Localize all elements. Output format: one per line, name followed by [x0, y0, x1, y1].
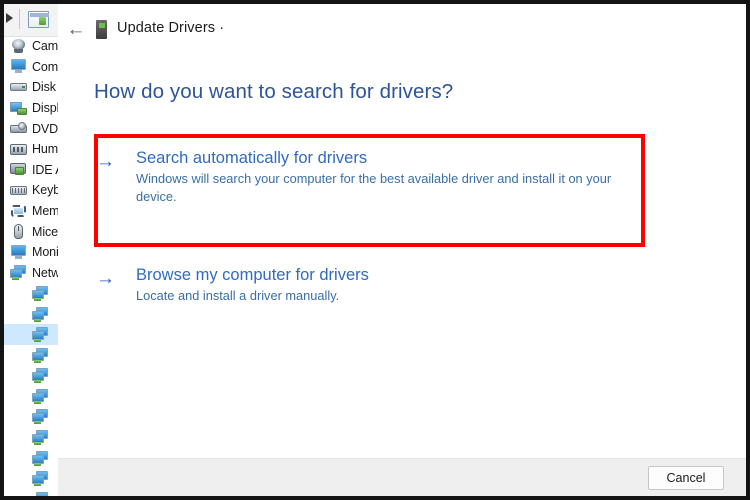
mouse-icon [10, 224, 27, 240]
network-adapter-icon [32, 430, 49, 446]
properties-icon[interactable] [28, 11, 49, 28]
network-adapter-icon [32, 388, 49, 404]
toolbar-separator [19, 9, 20, 29]
network-adapter-icon [32, 285, 49, 301]
chevron-right-icon[interactable] [6, 13, 13, 23]
option-description: Locate and install a driver manually. [136, 287, 340, 303]
network-adapter-icon [32, 347, 49, 363]
network-adapter-icon [10, 265, 27, 281]
dvd-drive-icon [10, 121, 27, 136]
device-icon [96, 20, 107, 39]
page-title: How do you want to search for drivers? [94, 80, 454, 103]
network-adapter-icon [32, 471, 49, 487]
option-description: Windows will search your computer for th… [136, 170, 612, 205]
disk-drive-icon [10, 80, 27, 95]
keyboard-icon [10, 183, 27, 198]
network-adapter-icon [32, 409, 49, 425]
back-icon[interactable]: ← [63, 17, 89, 41]
display-adapter-icon [10, 101, 27, 116]
hid-icon [10, 142, 27, 157]
network-adapter-icon [32, 368, 49, 384]
dialog-titlebar: ← Update Drivers · [58, 4, 746, 52]
dialog-title: Update Drivers · [117, 20, 225, 36]
arrow-right-icon: → [96, 151, 115, 172]
arrow-right-icon: → [96, 268, 115, 289]
camera-icon [10, 38, 27, 54]
network-adapter-icon [32, 491, 49, 496]
monitor-icon [10, 244, 27, 260]
update-drivers-dialog: ← Update Drivers · How do you want to se… [58, 4, 746, 496]
memory-icon [10, 204, 27, 219]
network-adapter-icon [32, 306, 49, 322]
network-adapter-icon [32, 327, 49, 343]
ide-controller-icon [10, 162, 27, 177]
option-search-automatically[interactable]: → Search automatically for drivers Windo… [96, 149, 626, 206]
screenshot-root: Cameras Computer Disk drives Display ada… [0, 0, 750, 500]
computer-icon [10, 59, 27, 74]
network-adapter-icon [32, 450, 49, 466]
option-browse-computer[interactable]: → Browse my computer for drivers Locate … [96, 266, 369, 305]
cancel-button[interactable]: Cancel [648, 466, 724, 490]
dialog-footer: Cancel [58, 458, 746, 496]
option-title[interactable]: Search automatically for drivers [136, 149, 626, 168]
option-title[interactable]: Browse my computer for drivers [136, 266, 369, 285]
